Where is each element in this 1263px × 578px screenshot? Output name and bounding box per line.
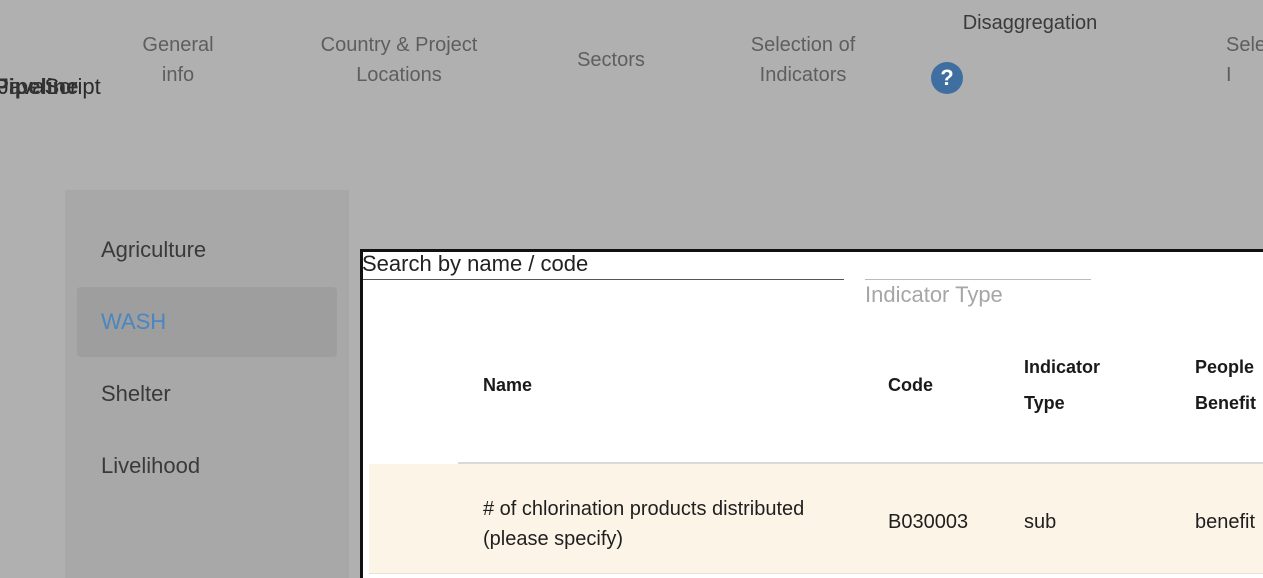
page: JavaScript Pipeline General info Country… (0, 0, 1263, 578)
step-disaggregation[interactable]: Disaggregation (930, 8, 1130, 38)
indicator-modal: Indicator Type Name Code Indicator Type … (360, 249, 1263, 578)
table-row[interactable]: # of chlorination products distributed (… (369, 464, 1263, 574)
header-line1: Indicator (1024, 357, 1101, 377)
step-label: Sectors (577, 49, 645, 71)
step-label-line1: General (142, 34, 214, 56)
step-next-truncated[interactable]: Sele I (1226, 30, 1263, 90)
cell-indicator-type: sub (1024, 511, 1057, 533)
cell-name: # of chlorination products distributed (… (483, 498, 805, 550)
broken-label-overlay: Pipeline (0, 74, 79, 99)
question-circle-icon[interactable]: ? (931, 62, 963, 94)
step-selection-of-indicators[interactable]: Selection of Indicators (730, 30, 876, 90)
step-label-line2: Indicators (759, 64, 847, 86)
step-label-line1: Selection of (750, 34, 856, 56)
sector-item-shelter[interactable]: Shelter (77, 359, 337, 429)
step-label-line2: Locations (356, 64, 442, 86)
indicator-type-label: Indicator Type (865, 282, 1003, 307)
sector-sidebar: Agriculture WASH Shelter Livelihood (65, 190, 349, 578)
header-line2: Benefit (1195, 393, 1257, 413)
sector-item-wash[interactable]: WASH (77, 287, 337, 357)
step-general-info[interactable]: General info (128, 30, 228, 90)
column-header-name[interactable]: Name (483, 367, 532, 403)
step-label-line1: Country & Project (320, 34, 478, 56)
step-label-line2: info (161, 64, 195, 86)
column-header-code[interactable]: Code (888, 367, 933, 403)
column-header-indicator-type[interactable]: Indicator Type (1024, 349, 1144, 421)
step-country-project-locations[interactable]: Country & Project Locations (298, 30, 500, 90)
cell-people-benefit: benefit (1195, 511, 1256, 533)
header-line1: People (1195, 357, 1255, 377)
step-label-line2: I (1226, 64, 1232, 86)
sector-item-agriculture[interactable]: Agriculture (77, 215, 337, 285)
search-input[interactable] (363, 252, 844, 280)
cell-code: B030003 (888, 511, 969, 533)
step-label: Disaggregation (962, 12, 1098, 34)
column-header-people-benefit[interactable]: People Benefit (1195, 349, 1263, 421)
sector-item-livelihood[interactable]: Livelihood (77, 431, 337, 501)
header-line2: Type (1024, 393, 1065, 413)
indicator-type-select[interactable]: Indicator Type (865, 279, 1091, 309)
step-label-line1: Sele (1226, 34, 1263, 56)
step-sectors[interactable]: Sectors (566, 45, 656, 75)
